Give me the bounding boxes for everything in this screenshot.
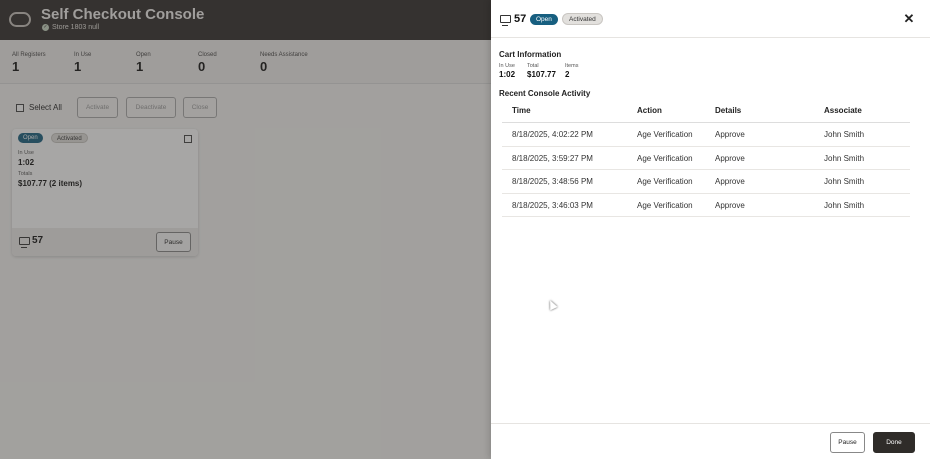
register-detail-drawer: 57 Open Activated ✕ Cart Information In … <box>491 0 930 459</box>
cell-action: Age Verification <box>637 177 693 186</box>
total-label: Total <box>527 63 539 69</box>
cell-details: Approve <box>715 177 745 186</box>
cell-details: Approve <box>715 130 745 139</box>
cart-total: Total $107.77 <box>527 63 556 79</box>
cell-associate: John Smith <box>824 153 865 163</box>
cell-action: Age Verification <box>637 130 693 139</box>
monitor-icon <box>500 15 511 26</box>
table-header: Time Action Details Associate <box>502 99 910 123</box>
close-icon[interactable]: ✕ <box>903 12 915 25</box>
items-label: Items <box>565 63 579 69</box>
total-value: $107.77 <box>527 70 556 79</box>
cell-details: Approve <box>715 153 745 163</box>
drawer-header: 57 Open Activated ✕ <box>491 0 930 38</box>
cart-in-use: In Use 1:02 <box>499 63 515 79</box>
recent-activity-title: Recent Console Activity <box>499 89 591 98</box>
column-header-associate[interactable]: Associate <box>824 106 862 115</box>
cell-action: Age Verification <box>637 153 693 163</box>
drawer-register-number: 57 <box>514 13 527 25</box>
pause-button[interactable]: Pause <box>830 432 865 453</box>
table-row[interactable]: 8/18/2025, 3:48:56 PM Age Verification A… <box>502 170 910 194</box>
activity-table: Time Action Details Associate 8/18/2025,… <box>502 99 910 217</box>
status-badge-activated: Activated <box>562 13 603 25</box>
cell-associate: John Smith <box>824 177 865 186</box>
drawer-footer: Pause Done <box>491 423 930 459</box>
table-row[interactable]: 8/18/2025, 3:59:27 PM Age Verification A… <box>502 147 910 170</box>
cell-associate: John Smith <box>824 200 865 210</box>
cell-action: Age Verification <box>637 200 693 210</box>
column-header-details[interactable]: Details <box>715 106 741 115</box>
in-use-value: 1:02 <box>499 70 516 79</box>
cell-details: Approve <box>715 200 745 210</box>
cell-time: 8/18/2025, 3:48:56 PM <box>512 177 593 186</box>
status-badge-open: Open <box>530 14 558 25</box>
table-row[interactable]: 8/18/2025, 3:46:03 PM Age Verification A… <box>502 194 910 217</box>
column-header-action[interactable]: Action <box>637 106 662 115</box>
cell-time: 8/18/2025, 4:02:22 PM <box>512 130 593 139</box>
cell-time: 8/18/2025, 3:59:27 PM <box>512 153 593 163</box>
cart-items: Items 2 <box>565 63 578 79</box>
in-use-label: In Use <box>499 63 515 69</box>
cell-time: 8/18/2025, 3:46:03 PM <box>512 200 593 210</box>
table-row[interactable]: 8/18/2025, 4:02:22 PM Age Verification A… <box>502 123 910 147</box>
items-value: 2 <box>565 70 570 79</box>
done-button[interactable]: Done <box>873 432 915 453</box>
column-header-time[interactable]: Time <box>512 106 531 115</box>
modal-overlay[interactable] <box>0 0 491 459</box>
cart-information-title: Cart Information <box>499 50 562 59</box>
cell-associate: John Smith <box>824 130 865 139</box>
